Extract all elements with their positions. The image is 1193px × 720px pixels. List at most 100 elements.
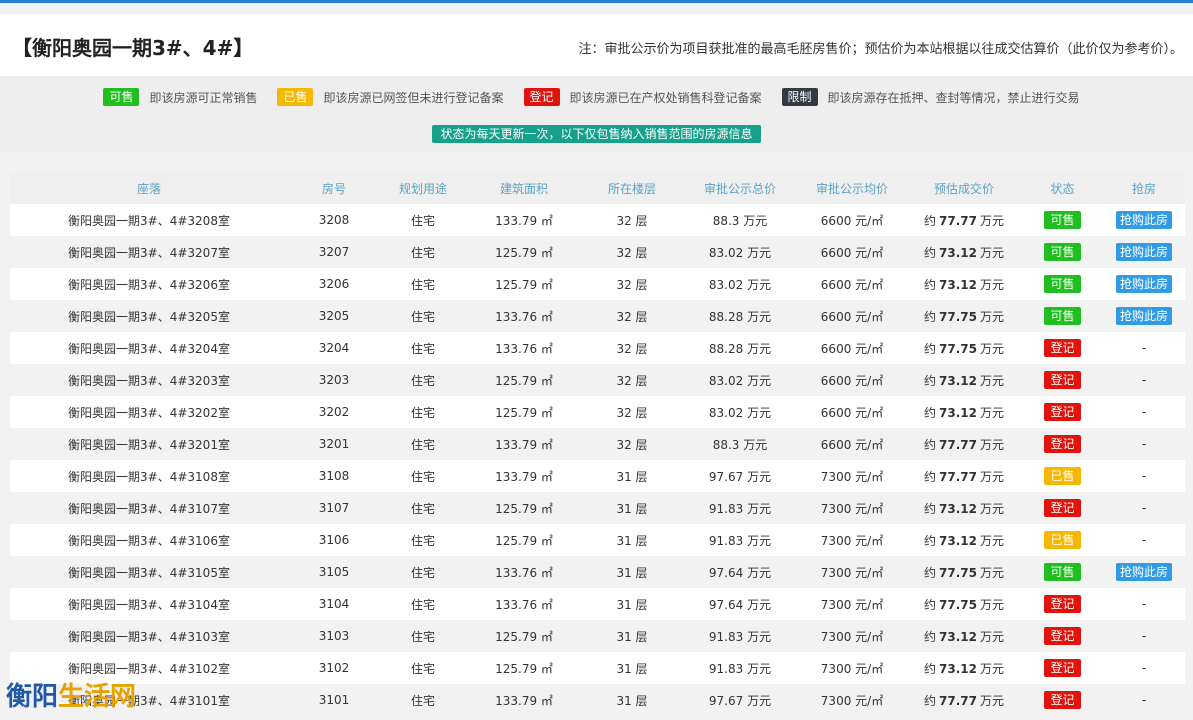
col-header-location: 座落 — [10, 172, 288, 204]
cell-use: 住宅 — [380, 396, 466, 428]
cell-area: 133.79 ㎡ — [466, 428, 582, 460]
cell-est-price: 约 73.12 万元 — [906, 268, 1022, 300]
cell-status: 登记 — [1022, 684, 1103, 716]
cell-buy: 抢购此房 — [1103, 236, 1185, 268]
no-buy-dash: - — [1141, 501, 1147, 515]
cell-area: 133.76 ㎡ — [466, 300, 582, 332]
table-row: 衡阳奥园一期3#、4#3207室 3207 住宅 125.79 ㎡ 32 层 83.02 … — [10, 236, 1185, 268]
cell-buy: - — [1103, 332, 1185, 364]
cell-use: 住宅 — [380, 524, 466, 556]
est-value: 73.12 — [939, 501, 977, 516]
table-row: 衡阳奥园一期3#、4#3104室 3104 住宅 133.76 ㎡ 31 层 97.64 … — [10, 588, 1185, 620]
info-panel: 【衡阳奥园一期3#、4#】 注：审批公示价为项目获批准的最高毛胚房售价；预估价为… — [0, 14, 1193, 152]
cell-location: 衡阳奥园一期3#、4#3108室 — [10, 460, 288, 492]
no-buy-dash: - — [1141, 533, 1147, 547]
cell-est-price: 约 73.12 万元 — [906, 364, 1022, 396]
est-prefix: 约 — [924, 565, 937, 580]
cell-location: 衡阳奥园一期3#、4#3202室 — [10, 396, 288, 428]
cell-avg-price: 7300 元/㎡ — [798, 588, 906, 620]
table-row: 衡阳奥园一期3#、4#3108室 3108 住宅 133.79 ㎡ 31 层 97.67 … — [10, 460, 1185, 492]
cell-use: 住宅 — [380, 364, 466, 396]
table-row: 衡阳奥园一期3#、4#3102室 3102 住宅 125.79 ㎡ 31 层 91.83 … — [10, 652, 1185, 684]
cell-buy: - — [1103, 428, 1185, 460]
cell-location: 衡阳奥园一期3#、4#3204室 — [10, 332, 288, 364]
cell-floor: 32 层 — [582, 428, 682, 460]
cell-use: 住宅 — [380, 556, 466, 588]
cell-total-price: 88.3 万元 — [682, 428, 798, 460]
cell-area: 125.79 ㎡ — [466, 620, 582, 652]
cell-avg-price: 7300 元/㎡ — [798, 684, 906, 716]
est-value: 73.12 — [939, 661, 977, 676]
cell-buy: 抢购此房 — [1103, 300, 1185, 332]
cell-use: 住宅 — [380, 300, 466, 332]
update-banner-text: 状态为每天更新一次，以下仅包售纳入销售范围的房源信息 — [432, 125, 761, 143]
est-suffix: 万元 — [979, 533, 1004, 548]
est-suffix: 万元 — [979, 309, 1004, 324]
cell-area: 125.79 ㎡ — [466, 236, 582, 268]
legend-tag-registered: 登记 — [523, 88, 560, 106]
cell-est-price: 约 77.75 万元 — [906, 588, 1022, 620]
est-prefix: 约 — [924, 661, 937, 676]
cell-floor: 31 层 — [582, 588, 682, 620]
cell-floor: 32 层 — [582, 236, 682, 268]
est-prefix: 约 — [924, 373, 937, 388]
cell-total-price: 97.64 万元 — [682, 556, 798, 588]
est-suffix: 万元 — [979, 693, 1004, 708]
buy-button[interactable]: 抢购此房 — [1115, 563, 1172, 581]
cell-use: 住宅 — [380, 428, 466, 460]
table-row: 衡阳奥园一期3#、4#3105室 3105 住宅 133.76 ㎡ 31 层 97.64 … — [10, 556, 1185, 588]
est-suffix: 万元 — [979, 245, 1004, 260]
cell-status: 可售 — [1022, 268, 1103, 300]
cell-avg-price: 6600 元/㎡ — [798, 428, 906, 460]
est-prefix: 约 — [924, 469, 937, 484]
buy-button[interactable]: 抢购此房 — [1115, 275, 1172, 293]
cell-area: 133.79 ㎡ — [466, 460, 582, 492]
status-badge: 登记 — [1044, 627, 1081, 645]
status-badge: 已售 — [1044, 467, 1081, 485]
est-suffix: 万元 — [979, 373, 1004, 388]
col-header-floor: 所在楼层 — [582, 172, 682, 204]
status-badge: 可售 — [1044, 563, 1081, 581]
cell-avg-price: 6600 元/㎡ — [798, 268, 906, 300]
cell-location: 衡阳奥园一期3#、4#3208室 — [10, 204, 288, 236]
cell-floor: 31 层 — [582, 524, 682, 556]
cell-room: 3108 — [288, 460, 380, 492]
cell-status: 登记 — [1022, 396, 1103, 428]
page-title: 【衡阳奥园一期3#、4#】 — [12, 36, 254, 60]
cell-room: 3201 — [288, 428, 380, 460]
no-buy-dash: - — [1141, 469, 1147, 483]
cell-area: 133.76 ㎡ — [466, 332, 582, 364]
cell-area: 133.79 ㎡ — [466, 204, 582, 236]
cell-floor: 31 层 — [582, 492, 682, 524]
buy-button[interactable]: 抢购此房 — [1115, 243, 1172, 261]
est-value: 77.77 — [939, 437, 977, 452]
cell-total-price: 91.83 万元 — [682, 652, 798, 684]
cell-buy: 抢购此房 — [1103, 556, 1185, 588]
cell-total-price: 91.83 万元 — [682, 620, 798, 652]
cell-avg-price: 7300 元/㎡ — [798, 524, 906, 556]
cell-room: 3205 — [288, 300, 380, 332]
cell-room: 3106 — [288, 524, 380, 556]
cell-room: 3104 — [288, 588, 380, 620]
cell-avg-price: 6600 元/㎡ — [798, 364, 906, 396]
cell-location: 衡阳奥园一期3#、4#3201室 — [10, 428, 288, 460]
cell-status: 已售 — [1022, 524, 1103, 556]
no-buy-dash: - — [1141, 341, 1147, 355]
cell-location: 衡阳奥园一期3#、4#3105室 — [10, 556, 288, 588]
est-value: 73.12 — [939, 405, 977, 420]
cell-avg-price: 6600 元/㎡ — [798, 236, 906, 268]
table-row: 衡阳奥园一期3#、4#3208室 3208 住宅 133.79 ㎡ 32 层 88.3 万… — [10, 204, 1185, 236]
cell-room: 3208 — [288, 204, 380, 236]
cell-avg-price: 6600 元/㎡ — [798, 300, 906, 332]
col-header-buy: 抢房 — [1103, 172, 1185, 204]
status-badge: 登记 — [1044, 595, 1081, 613]
cell-location: 衡阳奥园一期3#、4#3107室 — [10, 492, 288, 524]
buy-button[interactable]: 抢购此房 — [1115, 307, 1172, 325]
cell-room: 3207 — [288, 236, 380, 268]
buy-button[interactable]: 抢购此房 — [1115, 211, 1172, 229]
col-header-use: 规划用途 — [380, 172, 466, 204]
est-value: 77.75 — [939, 309, 977, 324]
cell-area: 125.79 ㎡ — [466, 492, 582, 524]
cell-location: 衡阳奥园一期3#、4#3207室 — [10, 236, 288, 268]
cell-est-price: 约 77.77 万元 — [906, 204, 1022, 236]
